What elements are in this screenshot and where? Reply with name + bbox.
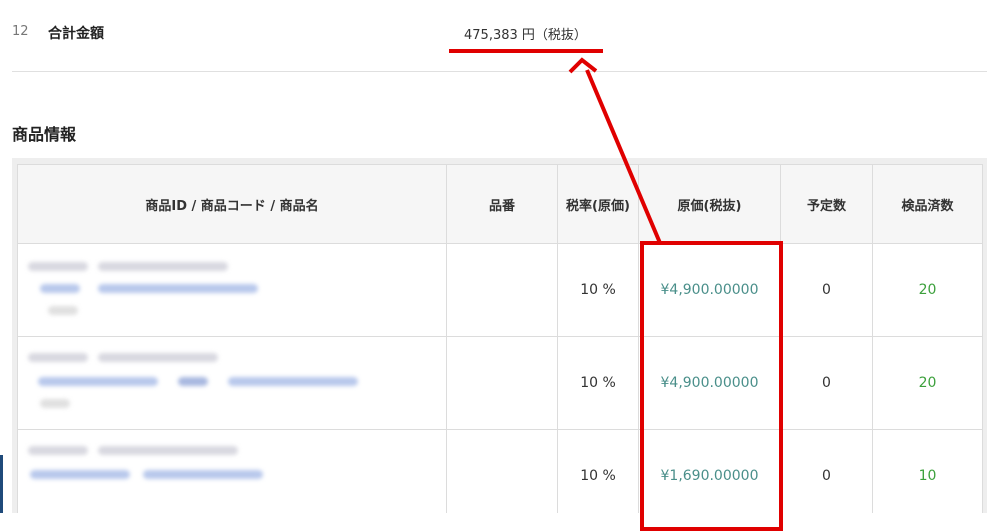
cost-cell: ¥1,690.00000	[638, 429, 781, 513]
planned-cell: 0	[780, 429, 873, 513]
table-header-row: 商品ID / 商品コード / 商品名 品番 税率(原価) 原価(税抜) 予定数 …	[17, 164, 983, 244]
annotation-underline	[449, 49, 603, 53]
inspected-cell: 10	[872, 429, 983, 513]
product-table-container: 商品ID / 商品コード / 商品名 品番 税率(原価) 原価(税抜) 予定数 …	[12, 158, 987, 513]
cost-cell: ¥4,900.00000	[638, 243, 781, 337]
planned-cell: 0	[780, 243, 873, 337]
planned-cell: 0	[780, 336, 873, 430]
header-planned: 予定数	[780, 164, 873, 244]
tax-rate-cell: 10 %	[557, 429, 639, 513]
header-part-no: 品番	[446, 164, 558, 244]
table-row: 10 % ¥4,900.00000 0 20	[17, 336, 983, 430]
section-title: 商品情報	[12, 125, 77, 144]
header-cost: 原価(税抜)	[638, 164, 781, 244]
table-row: 10 % ¥1,690.00000 0 10	[17, 429, 983, 513]
row-number: 12	[12, 24, 29, 39]
part-no-cell	[446, 243, 558, 337]
inspected-cell: 20	[872, 243, 983, 337]
product-cell-blurred	[17, 336, 447, 430]
total-amount-row: 12 合計金額 475,383 円（税抜）	[12, 0, 987, 72]
part-no-cell	[446, 429, 558, 513]
product-cell-blurred	[17, 429, 447, 513]
part-no-cell	[446, 336, 558, 430]
product-table: 商品ID / 商品コード / 商品名 品番 税率(原価) 原価(税抜) 予定数 …	[17, 164, 983, 513]
inspected-cell: 20	[872, 336, 983, 430]
tax-rate-cell: 10 %	[557, 336, 639, 430]
product-cell-blurred	[17, 243, 447, 337]
header-inspected: 検品済数	[872, 164, 983, 244]
header-tax-rate: 税率(原価)	[557, 164, 639, 244]
total-amount-value: 475,383 円（税抜）	[464, 28, 587, 43]
left-edge-bar	[0, 455, 3, 513]
table-row: 10 % ¥4,900.00000 0 20	[17, 243, 983, 337]
header-product: 商品ID / 商品コード / 商品名	[17, 164, 447, 244]
total-amount-label: 合計金額	[48, 26, 104, 42]
cost-cell: ¥4,900.00000	[638, 336, 781, 430]
tax-rate-cell: 10 %	[557, 243, 639, 337]
